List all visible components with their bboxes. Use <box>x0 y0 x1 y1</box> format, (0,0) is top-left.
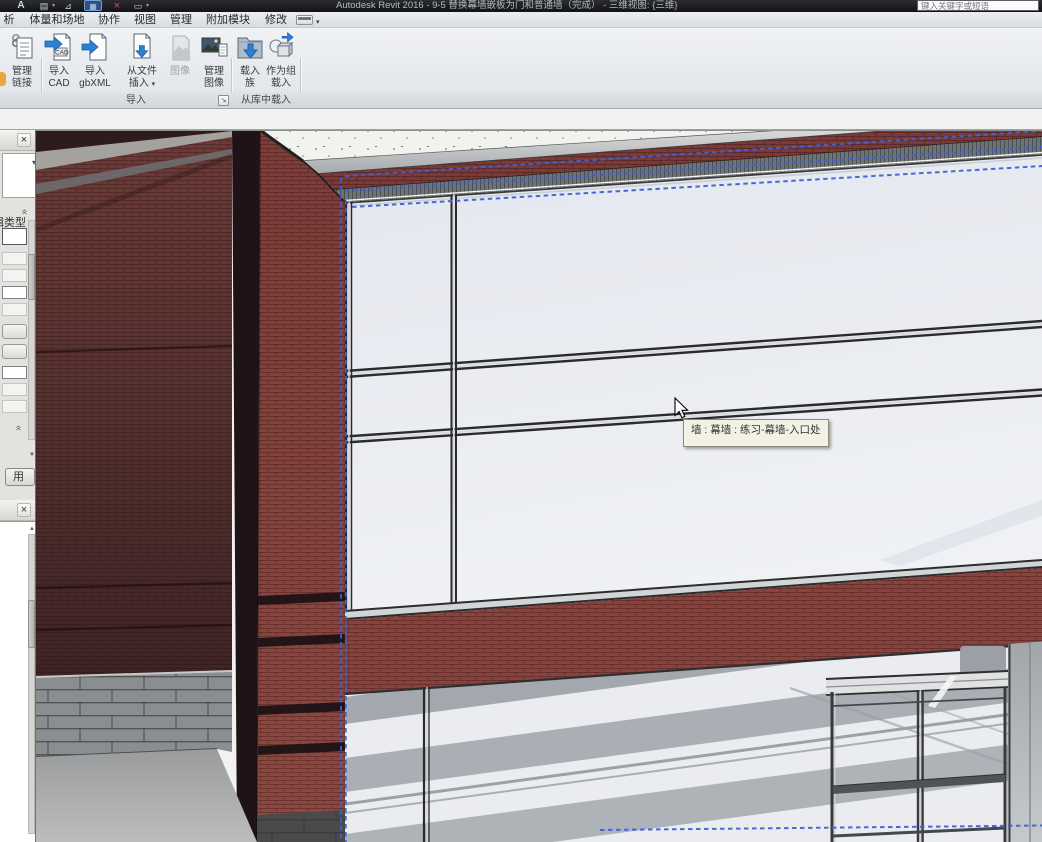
properties-scrollbar-thumb[interactable] <box>28 254 35 300</box>
property-row[interactable] <box>2 252 27 265</box>
left-brick-wall <box>36 130 232 677</box>
insert-from-file-dropdown-icon: ▾ <box>152 81 156 88</box>
revit-window: A ▤ ▾ ⊿ ▦ × ▭ ▾ Autodesk Revit 2016 - 9-… <box>0 0 1042 842</box>
property-value-field[interactable] <box>2 228 27 245</box>
load-as-group-icon <box>261 32 301 66</box>
infocenter-search-input[interactable] <box>917 0 1039 11</box>
property-button[interactable] <box>2 324 27 339</box>
tab-analyze-partial[interactable]: 析 <box>4 13 15 28</box>
building-3d-model <box>36 130 1042 842</box>
left-palettes: × ▾ 辑类型 « « ▼ 用 × ▲ <box>0 130 36 842</box>
property-button[interactable] <box>2 344 27 359</box>
tab-modify[interactable]: 修改 <box>265 13 287 28</box>
close-view-icon[interactable]: × <box>110 0 124 12</box>
drawing-area-3d-view[interactable] <box>36 130 1042 842</box>
import-gbxml-icon <box>75 32 115 66</box>
scroll-down-icon[interactable]: ▼ <box>29 452 35 458</box>
panel-label-load-from-library[interactable]: 从库中载入 <box>241 93 291 108</box>
import-cad-icon: CAD <box>40 32 78 66</box>
element-tooltip: 墙 : 幕墙 : 练习-幕墙-入口处 <box>683 419 829 447</box>
ribbon-panel-labels: 导入 从库中载入 <box>0 92 1042 109</box>
doc-dropdown-icon[interactable]: ▾ <box>52 2 55 9</box>
property-row[interactable] <box>2 400 27 413</box>
tab-collaborate[interactable]: 协作 <box>98 13 120 28</box>
tab-view[interactable]: 视图 <box>134 13 156 28</box>
svg-text:CAD: CAD <box>55 50 69 57</box>
tab-massing-site[interactable]: 体量和场地 <box>30 13 85 28</box>
manage-images-icon <box>195 32 233 66</box>
properties-palette-header[interactable]: × <box>0 130 35 151</box>
doc-icon[interactable]: ▤ <box>38 0 50 12</box>
properties-close-icon[interactable]: × <box>17 133 31 147</box>
property-row[interactable] <box>2 269 27 282</box>
right-pilaster <box>1008 642 1042 842</box>
type-selector[interactable] <box>2 153 36 198</box>
tab-manage[interactable]: 管理 <box>170 13 192 28</box>
app-logo-a-icon[interactable]: A <box>14 0 28 12</box>
window-title: Autodesk Revit 2016 - 9-5 替换幕墙嵌板为门和普通墙（完… <box>336 0 678 12</box>
active-tool-icon[interactable]: ▦ <box>84 0 102 11</box>
property-row[interactable] <box>2 286 27 299</box>
ribbon-panels: 管理 链接 CAD 导入 CAD <box>0 28 1042 92</box>
image-icon <box>162 32 198 66</box>
title-bar: A ▤ ▾ ⊿ ▦ × ▭ ▾ Autodesk Revit 2016 - 9-… <box>0 0 1042 12</box>
options-bar <box>0 109 1042 130</box>
insert-from-file-icon <box>120 32 164 66</box>
corner-brick-pier <box>257 130 345 842</box>
scroll-up-icon[interactable]: ▲ <box>29 526 35 532</box>
property-row[interactable] <box>2 303 27 316</box>
collapse-chevron-icon[interactable]: « <box>13 425 24 430</box>
collapse-chevron-icon[interactable]: « <box>19 209 30 214</box>
properties-scrollbar[interactable] <box>28 220 35 440</box>
browser-scrollbar[interactable] <box>28 534 35 834</box>
panel-label-import[interactable]: 导入 <box>126 93 146 108</box>
tab-addins[interactable]: 附加模块 <box>206 13 250 28</box>
switch-windows-dropdown-icon[interactable]: ▾ <box>146 2 149 9</box>
ribbon-state-dropdown-icon[interactable]: ▾ <box>316 18 320 26</box>
import-dialog-launcher[interactable]: ↘ <box>218 95 229 106</box>
manage-links-icon <box>3 32 41 66</box>
project-browser-header[interactable]: × <box>0 500 35 521</box>
project-browser-close-icon[interactable]: × <box>17 503 31 517</box>
property-row[interactable] <box>2 366 27 379</box>
apply-button[interactable]: 用 <box>5 468 35 486</box>
browser-scrollbar-thumb[interactable] <box>28 600 35 648</box>
property-row[interactable] <box>2 383 27 396</box>
ribbon-tab-row: 析 体量和场地 协作 视图 管理 附加模块 修改 ▾ <box>0 12 1042 28</box>
measure-icon[interactable]: ⊿ <box>62 0 74 12</box>
ribbon-state-toggle[interactable] <box>296 15 313 25</box>
switch-windows-icon[interactable]: ▭ <box>132 0 144 12</box>
